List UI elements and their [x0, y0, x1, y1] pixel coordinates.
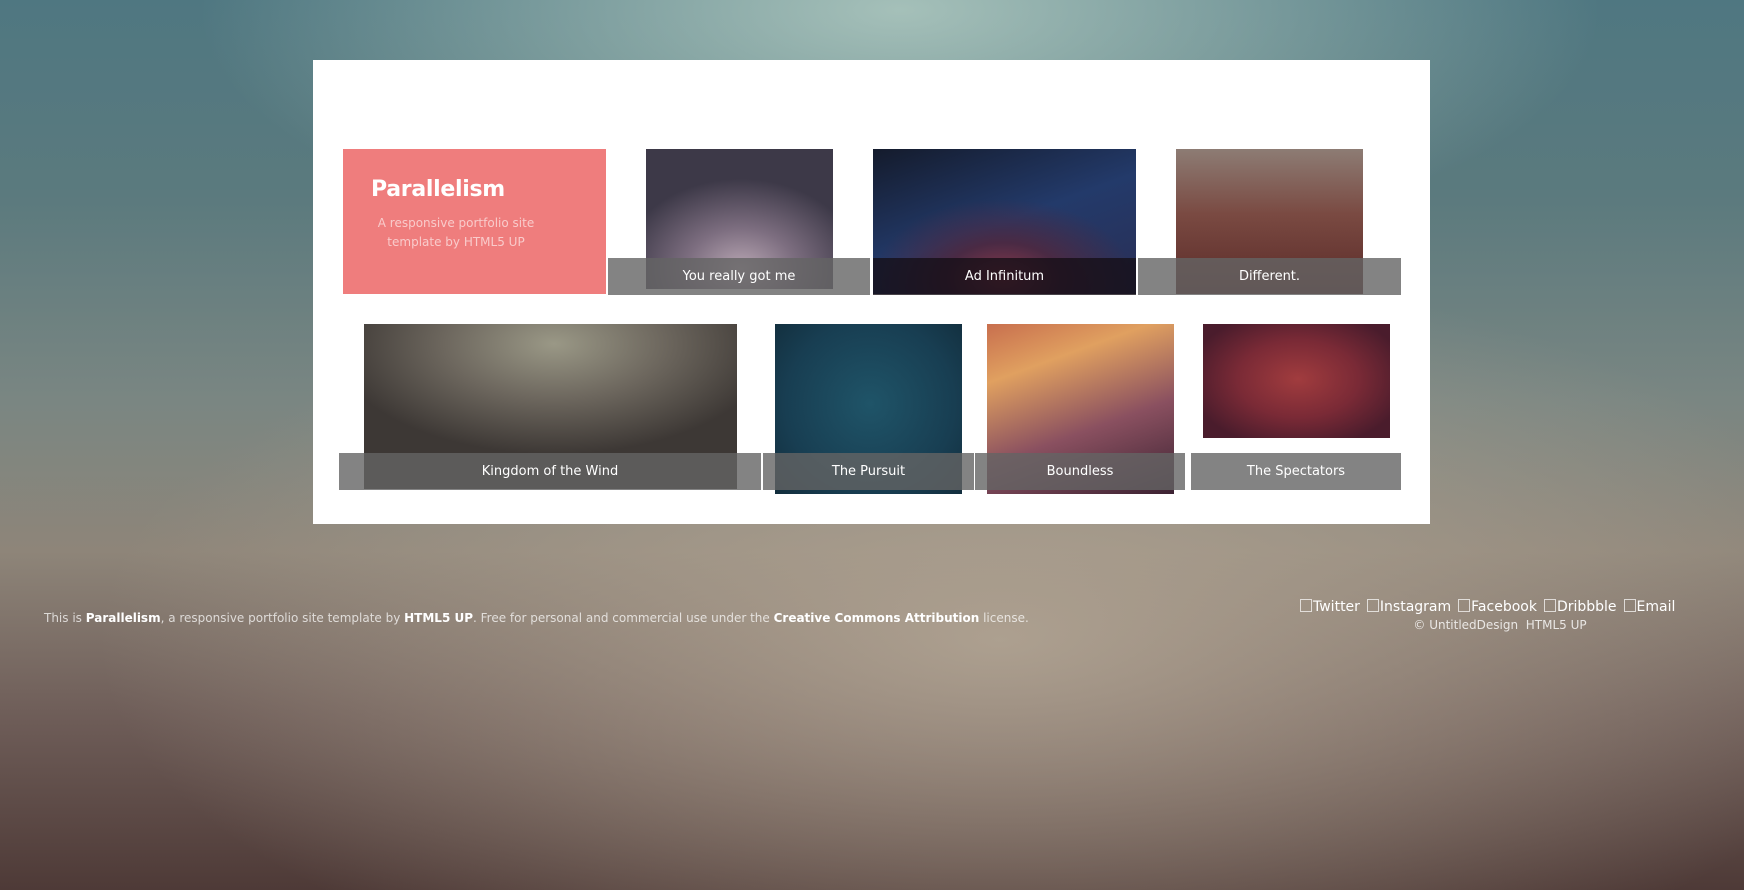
license-pre: . Free for personal and commercial use u… [473, 611, 774, 625]
site-subtitle: A responsive portfolio site template by … [377, 216, 535, 249]
email-label: Email [1636, 599, 1676, 615]
design-credit-link[interactable]: HTML5 UP [1526, 618, 1587, 632]
caption-label: Boundless [1046, 464, 1114, 479]
broken-image-icon [1458, 598, 1471, 612]
caption-kingdom-of-the-wind[interactable]: Kingdom of the Wind [339, 453, 761, 490]
instagram-label: Instagram [1379, 599, 1452, 615]
email-icon[interactable]: Email [1623, 598, 1676, 615]
twitter-icon[interactable]: Twitter [1300, 598, 1360, 615]
caption-different[interactable]: Different. [1138, 258, 1401, 295]
facebook-label: Facebook [1471, 599, 1537, 615]
license-link[interactable]: Creative Commons Attribution [774, 611, 980, 625]
author-link[interactable]: HTML5 UP [404, 611, 473, 625]
dribbble-icon[interactable]: Dribbble [1543, 598, 1617, 615]
site-name-link[interactable]: Parallelism [86, 611, 161, 625]
caption-the-spectators[interactable]: The Spectators [1191, 453, 1401, 490]
caption-label: The Spectators [1246, 464, 1346, 479]
caption-label: Ad Infinitum [964, 269, 1045, 284]
twitter-label: Twitter [1313, 599, 1360, 615]
broken-image-icon [1366, 598, 1379, 612]
caption-label: Different. [1238, 269, 1301, 284]
footer-right: Twitter Instagram Facebook Dribbble Emai… [1300, 598, 1700, 632]
instagram-icon[interactable]: Instagram [1366, 598, 1452, 615]
thumbnail-the-spectators[interactable] [1203, 324, 1390, 438]
broken-image-icon [1300, 598, 1312, 612]
page: { "intro": { "title": "Parallelism", "su… [0, 0, 1744, 890]
caption-boundless[interactable]: Boundless [975, 453, 1185, 490]
facebook-icon[interactable]: Facebook [1458, 598, 1537, 615]
broken-image-icon [1623, 598, 1636, 612]
copyright-text: © UntitledDesign [1413, 618, 1519, 632]
broken-image-icon [1543, 598, 1556, 612]
license-post: license. [979, 611, 1029, 625]
caption-the-pursuit[interactable]: The Pursuit [763, 453, 974, 490]
credit-prefix: This is [44, 611, 86, 625]
caption-label: Kingdom of the Wind [481, 464, 619, 479]
site-title: Parallelism [371, 177, 505, 202]
caption-ad-infinitum[interactable]: Ad Infinitum [873, 258, 1136, 295]
credit-text: This is Parallelism, a responsive portfo… [44, 611, 1029, 625]
caption-you-really-got-me[interactable]: You really got me [608, 258, 870, 295]
caption-label: You really got me [682, 269, 796, 284]
copyright: © UntitledDesign HTML5 UP [1300, 618, 1700, 632]
dribbble-label: Dribbble [1556, 599, 1617, 615]
intro-tile: Parallelism A responsive portfolio site … [343, 149, 606, 294]
social-icons: Twitter Instagram Facebook Dribbble Emai… [1300, 598, 1700, 615]
caption-label: The Pursuit [831, 464, 906, 479]
credit-middle: , a responsive portfolio site template b… [160, 611, 405, 625]
